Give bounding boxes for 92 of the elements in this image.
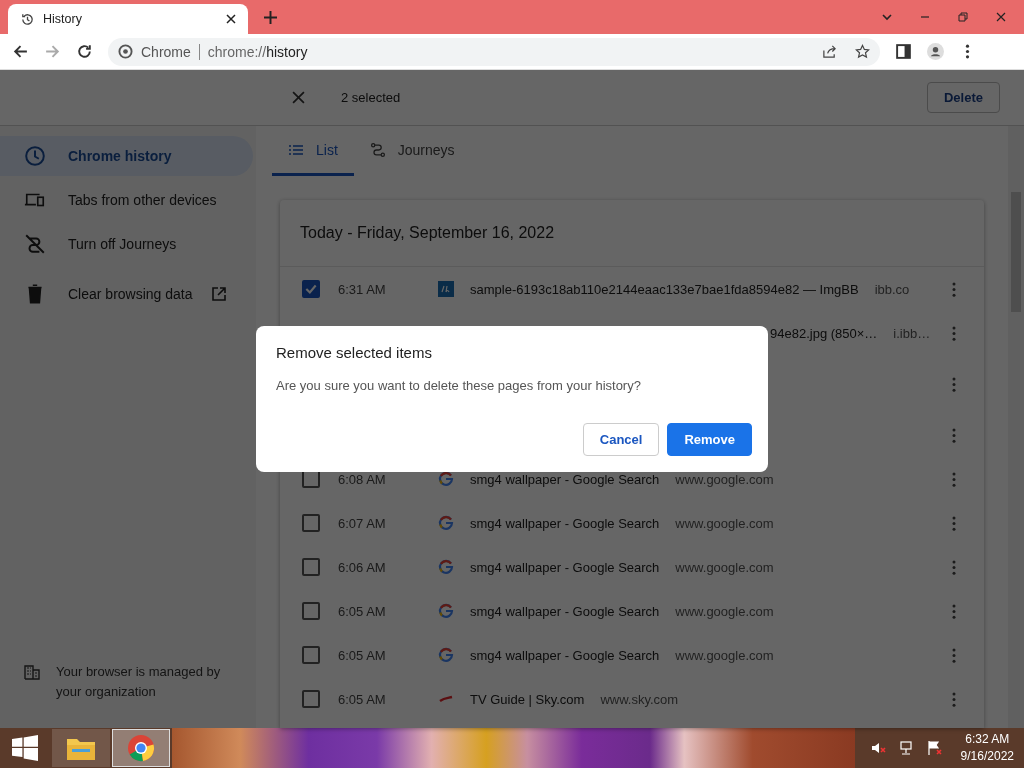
more-options-icon[interactable] xyxy=(952,325,956,341)
site-favicon-icon xyxy=(438,281,454,297)
page-domain: www.sky.com xyxy=(600,691,679,707)
checkmark-icon xyxy=(304,282,318,296)
google-g-icon xyxy=(438,647,454,663)
dialog-message: Are you sure you want to delete these pages from your history? xyxy=(276,378,642,393)
chevron-down-icon[interactable] xyxy=(881,11,893,23)
dialog-title: Remove selected items xyxy=(276,344,433,361)
page-title[interactable]: smg4 wallpaper - Google Search xyxy=(470,647,660,663)
page-domain: www.google.com xyxy=(675,559,774,575)
google-g-icon xyxy=(438,515,454,531)
visit-time: 6:05 AM xyxy=(338,691,387,707)
chrome-logo-icon xyxy=(126,734,156,762)
cancel-button[interactable]: Cancel xyxy=(582,423,660,456)
visit-time: 6:08 AM xyxy=(338,471,387,487)
more-options-icon[interactable] xyxy=(952,559,956,575)
row-checkbox[interactable] xyxy=(302,602,320,620)
page-title[interactable]: smg4 wallpaper - Google Search xyxy=(470,603,660,619)
url-text: chrome://history xyxy=(207,43,308,60)
back-arrow-icon[interactable] xyxy=(12,43,29,60)
google-g-icon xyxy=(438,603,454,619)
managed-browser-note: Your browser is managed by your organization xyxy=(56,663,222,701)
date-heading: Today - Friday, September 16, 2022 xyxy=(280,200,984,267)
flag-icon[interactable] xyxy=(926,740,943,756)
visit-time: 6:31 AM xyxy=(338,281,387,297)
chrome-logo-icon xyxy=(118,44,133,59)
visit-time: 6:06 AM xyxy=(338,559,387,575)
chrome-taskbar-button[interactable] xyxy=(112,729,170,767)
building-icon xyxy=(24,664,40,680)
more-options-icon[interactable] xyxy=(952,515,956,531)
address-bar[interactable]: Chrome chrome://history xyxy=(108,37,880,66)
row-checkbox[interactable] xyxy=(302,690,320,708)
visit-time: 6:05 AM xyxy=(338,603,387,619)
view-tab[interactable]: List xyxy=(272,126,354,176)
forward-arrow-icon[interactable] xyxy=(44,43,61,60)
sidebar-item[interactable]: Clear browsing data xyxy=(0,274,253,314)
row-checkbox[interactable] xyxy=(302,280,320,298)
new-tab-icon[interactable] xyxy=(264,11,277,24)
page-domain: ibb.co xyxy=(874,281,910,297)
view-tab[interactable]: Journeys xyxy=(353,126,471,176)
windows-start-icon[interactable] xyxy=(12,735,38,761)
more-options-icon[interactable] xyxy=(952,471,956,487)
more-options-icon[interactable] xyxy=(952,376,956,392)
journeys-off-icon xyxy=(24,233,46,255)
profile-icon[interactable] xyxy=(927,43,944,60)
delete-button[interactable]: Delete xyxy=(926,82,1000,113)
page-domain: i.ibb… xyxy=(893,325,931,341)
row-checkbox[interactable] xyxy=(302,646,320,664)
page-domain: www.google.com xyxy=(675,603,774,619)
remove-button[interactable]: Remove xyxy=(667,423,752,456)
sidebar-item[interactable]: Tabs from other devices xyxy=(0,180,253,220)
file-explorer-taskbar-button[interactable] xyxy=(52,729,110,767)
google-g-icon xyxy=(438,559,454,575)
restore-icon[interactable] xyxy=(957,11,969,23)
google-g-icon xyxy=(438,471,454,487)
row-checkbox[interactable] xyxy=(302,514,320,532)
page-title[interactable]: 94e82.jpg (850×… xyxy=(770,325,878,341)
page-title[interactable]: smg4 wallpaper - Google Search xyxy=(470,559,660,575)
more-options-icon[interactable] xyxy=(952,691,956,707)
history-icon xyxy=(20,11,35,27)
external-link-icon[interactable] xyxy=(210,286,227,302)
speaker-muted-icon[interactable] xyxy=(870,740,887,756)
clock-icon xyxy=(24,145,46,167)
scrollbar[interactable] xyxy=(1008,126,1024,728)
page-title[interactable]: smg4 wallpaper - Google Search xyxy=(470,471,660,487)
tab-title: History xyxy=(43,12,83,26)
more-options-icon[interactable] xyxy=(952,647,956,663)
page-domain: www.google.com xyxy=(675,515,774,531)
browser-tab[interactable]: History xyxy=(8,4,248,34)
visit-time: 6:07 AM xyxy=(338,515,387,531)
sidebar-item[interactable]: Turn off Journeys xyxy=(0,224,253,264)
more-options-icon[interactable] xyxy=(952,603,956,619)
sidebar-item[interactable]: Chrome history xyxy=(0,136,253,176)
star-icon[interactable] xyxy=(855,44,870,59)
visit-time: 6:05 AM xyxy=(338,647,387,663)
page-domain: www.google.com xyxy=(675,647,774,663)
more-options-icon[interactable] xyxy=(952,427,956,443)
taskbar-clock[interactable]: 6:32 AM 9/16/2022 xyxy=(948,731,1024,765)
close-icon[interactable] xyxy=(226,14,236,24)
row-checkbox[interactable] xyxy=(302,558,320,576)
share-icon[interactable] xyxy=(822,44,837,59)
side-panel-icon[interactable] xyxy=(895,43,912,60)
page-domain: www.google.com xyxy=(675,471,774,487)
site-label: Chrome xyxy=(141,43,191,60)
more-options-icon[interactable] xyxy=(952,281,956,297)
reload-icon[interactable] xyxy=(76,43,93,60)
journeys-icon xyxy=(369,141,386,158)
page-title[interactable]: sample-6193c18ab110e2144eaac133e7bae1fda8594e82 — ImgBB xyxy=(470,281,859,297)
network-icon[interactable] xyxy=(898,740,915,756)
page-title[interactable]: smg4 wallpaper - Google Search xyxy=(470,515,660,531)
selected-count: 2 selected xyxy=(341,90,401,105)
page-title[interactable]: TV Guide | Sky.com xyxy=(470,691,585,707)
